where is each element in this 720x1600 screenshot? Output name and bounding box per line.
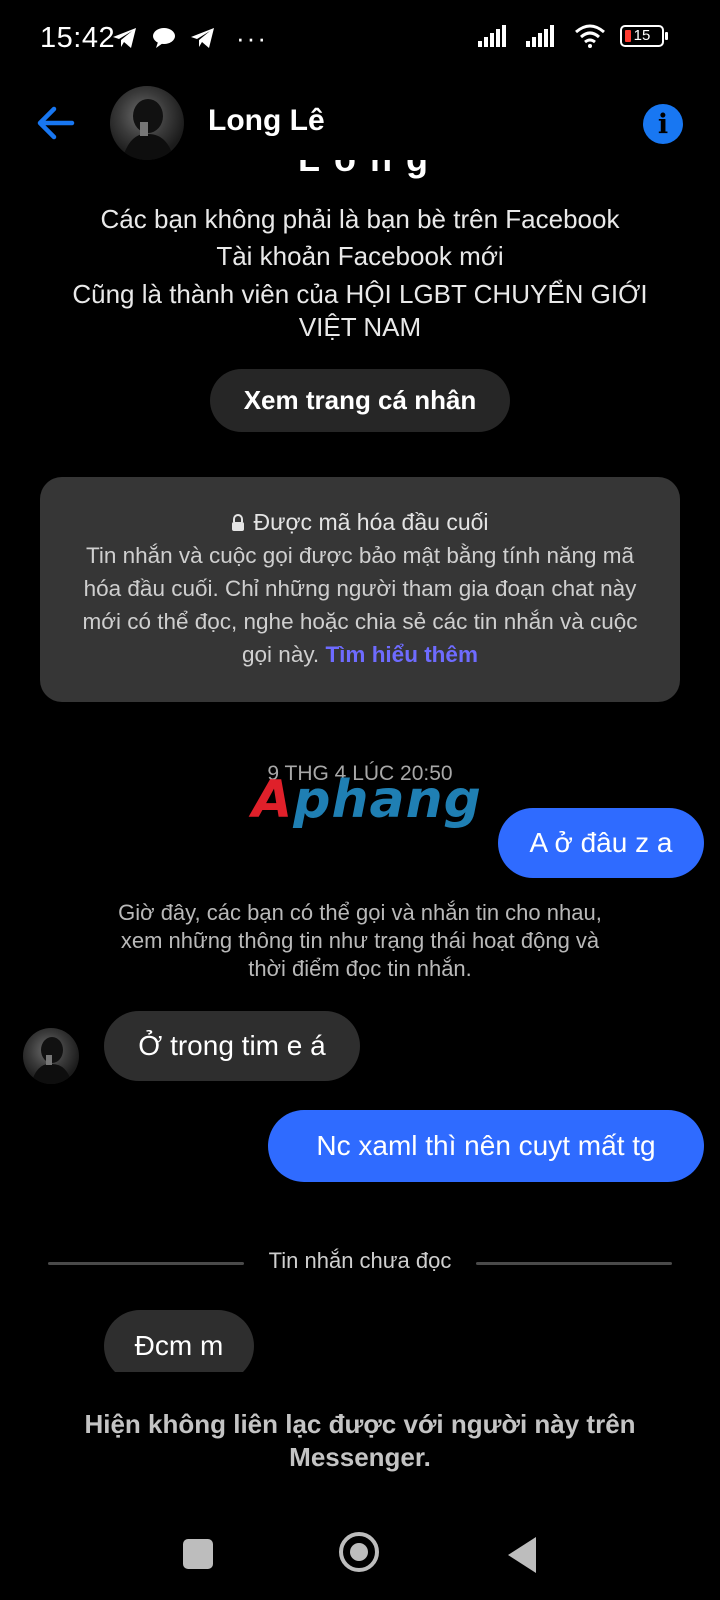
encryption-notice: Được mã hóa đầu cuối Tin nhắn và cuộc gọ… [40, 477, 680, 702]
unavailable-note: Hiện không liên lạc được với người này t… [84, 1409, 636, 1472]
incoming-message[interactable]: Ở trong tim e á [104, 1011, 360, 1081]
recent-apps-button[interactable] [183, 1539, 213, 1569]
status-time: 15:42 [40, 22, 116, 54]
outgoing-message[interactable]: A ở đâu z a [498, 808, 704, 878]
telegram-icon [113, 28, 136, 48]
divider-line-right [476, 1262, 672, 1265]
sender-avatar[interactable] [23, 1028, 79, 1084]
notification-icons: ··· [112, 23, 268, 53]
home-button[interactable] [339, 1532, 379, 1572]
group-member-text-line1: Cũng là thành viên của HỘI LGBT CHUYỂN G… [72, 279, 648, 309]
signal-icon-2 [526, 25, 554, 47]
not-friends-text: Các bạn không phải là bạn bè trên Facebo… [100, 204, 620, 234]
profile-name-clipped: Long Lê [290, 160, 450, 184]
contact-name[interactable]: Long Lê [208, 104, 325, 138]
telegram-icon-2 [191, 28, 214, 48]
watermark-logo: Aphang [252, 770, 482, 830]
group-member-text-line2: VIỆT NAM [298, 312, 422, 342]
profile-name-glyphs: Long Lê [290, 160, 450, 184]
info-icon[interactable]: i [643, 104, 683, 144]
system-back-button[interactable] [508, 1537, 536, 1573]
encryption-title-row: Được mã hóa đầu cuối [40, 509, 680, 536]
chat-bubble-icon [153, 28, 175, 48]
unread-message-clip: Đcm m [104, 1310, 254, 1372]
unread-divider-label: Tin nhắn chưa đọc [268, 1248, 452, 1273]
outgoing-message-2[interactable]: Nc xaml thì nên cuyt mất tg [268, 1110, 704, 1182]
lock-icon [232, 513, 245, 531]
learn-more-link[interactable]: Tìm hiểu thêm [325, 642, 478, 667]
view-profile-button[interactable]: Xem trang cá nhân [210, 369, 510, 432]
signal-icon [478, 25, 506, 47]
more-notifications-icon: ··· [236, 23, 268, 53]
battery-icon: 15 [620, 25, 668, 47]
battery-level: 15 [633, 27, 651, 44]
wifi-icon [575, 24, 605, 48]
system-status-icons: 15 [478, 24, 668, 48]
back-arrow-icon[interactable] [34, 102, 76, 144]
contact-avatar[interactable] [110, 86, 184, 160]
encryption-title: Được mã hóa đầu cuối [253, 509, 489, 535]
incoming-message-unread[interactable]: Đcm m [104, 1310, 254, 1372]
new-account-text: Tài khoản Facebook mới [216, 241, 504, 271]
encryption-body: Tin nhắn và cuộc gọi được bảo mật bằng t… [80, 539, 640, 671]
system-note: Giờ đây, các bạn có thể gọi và nhắn tin … [118, 900, 602, 981]
